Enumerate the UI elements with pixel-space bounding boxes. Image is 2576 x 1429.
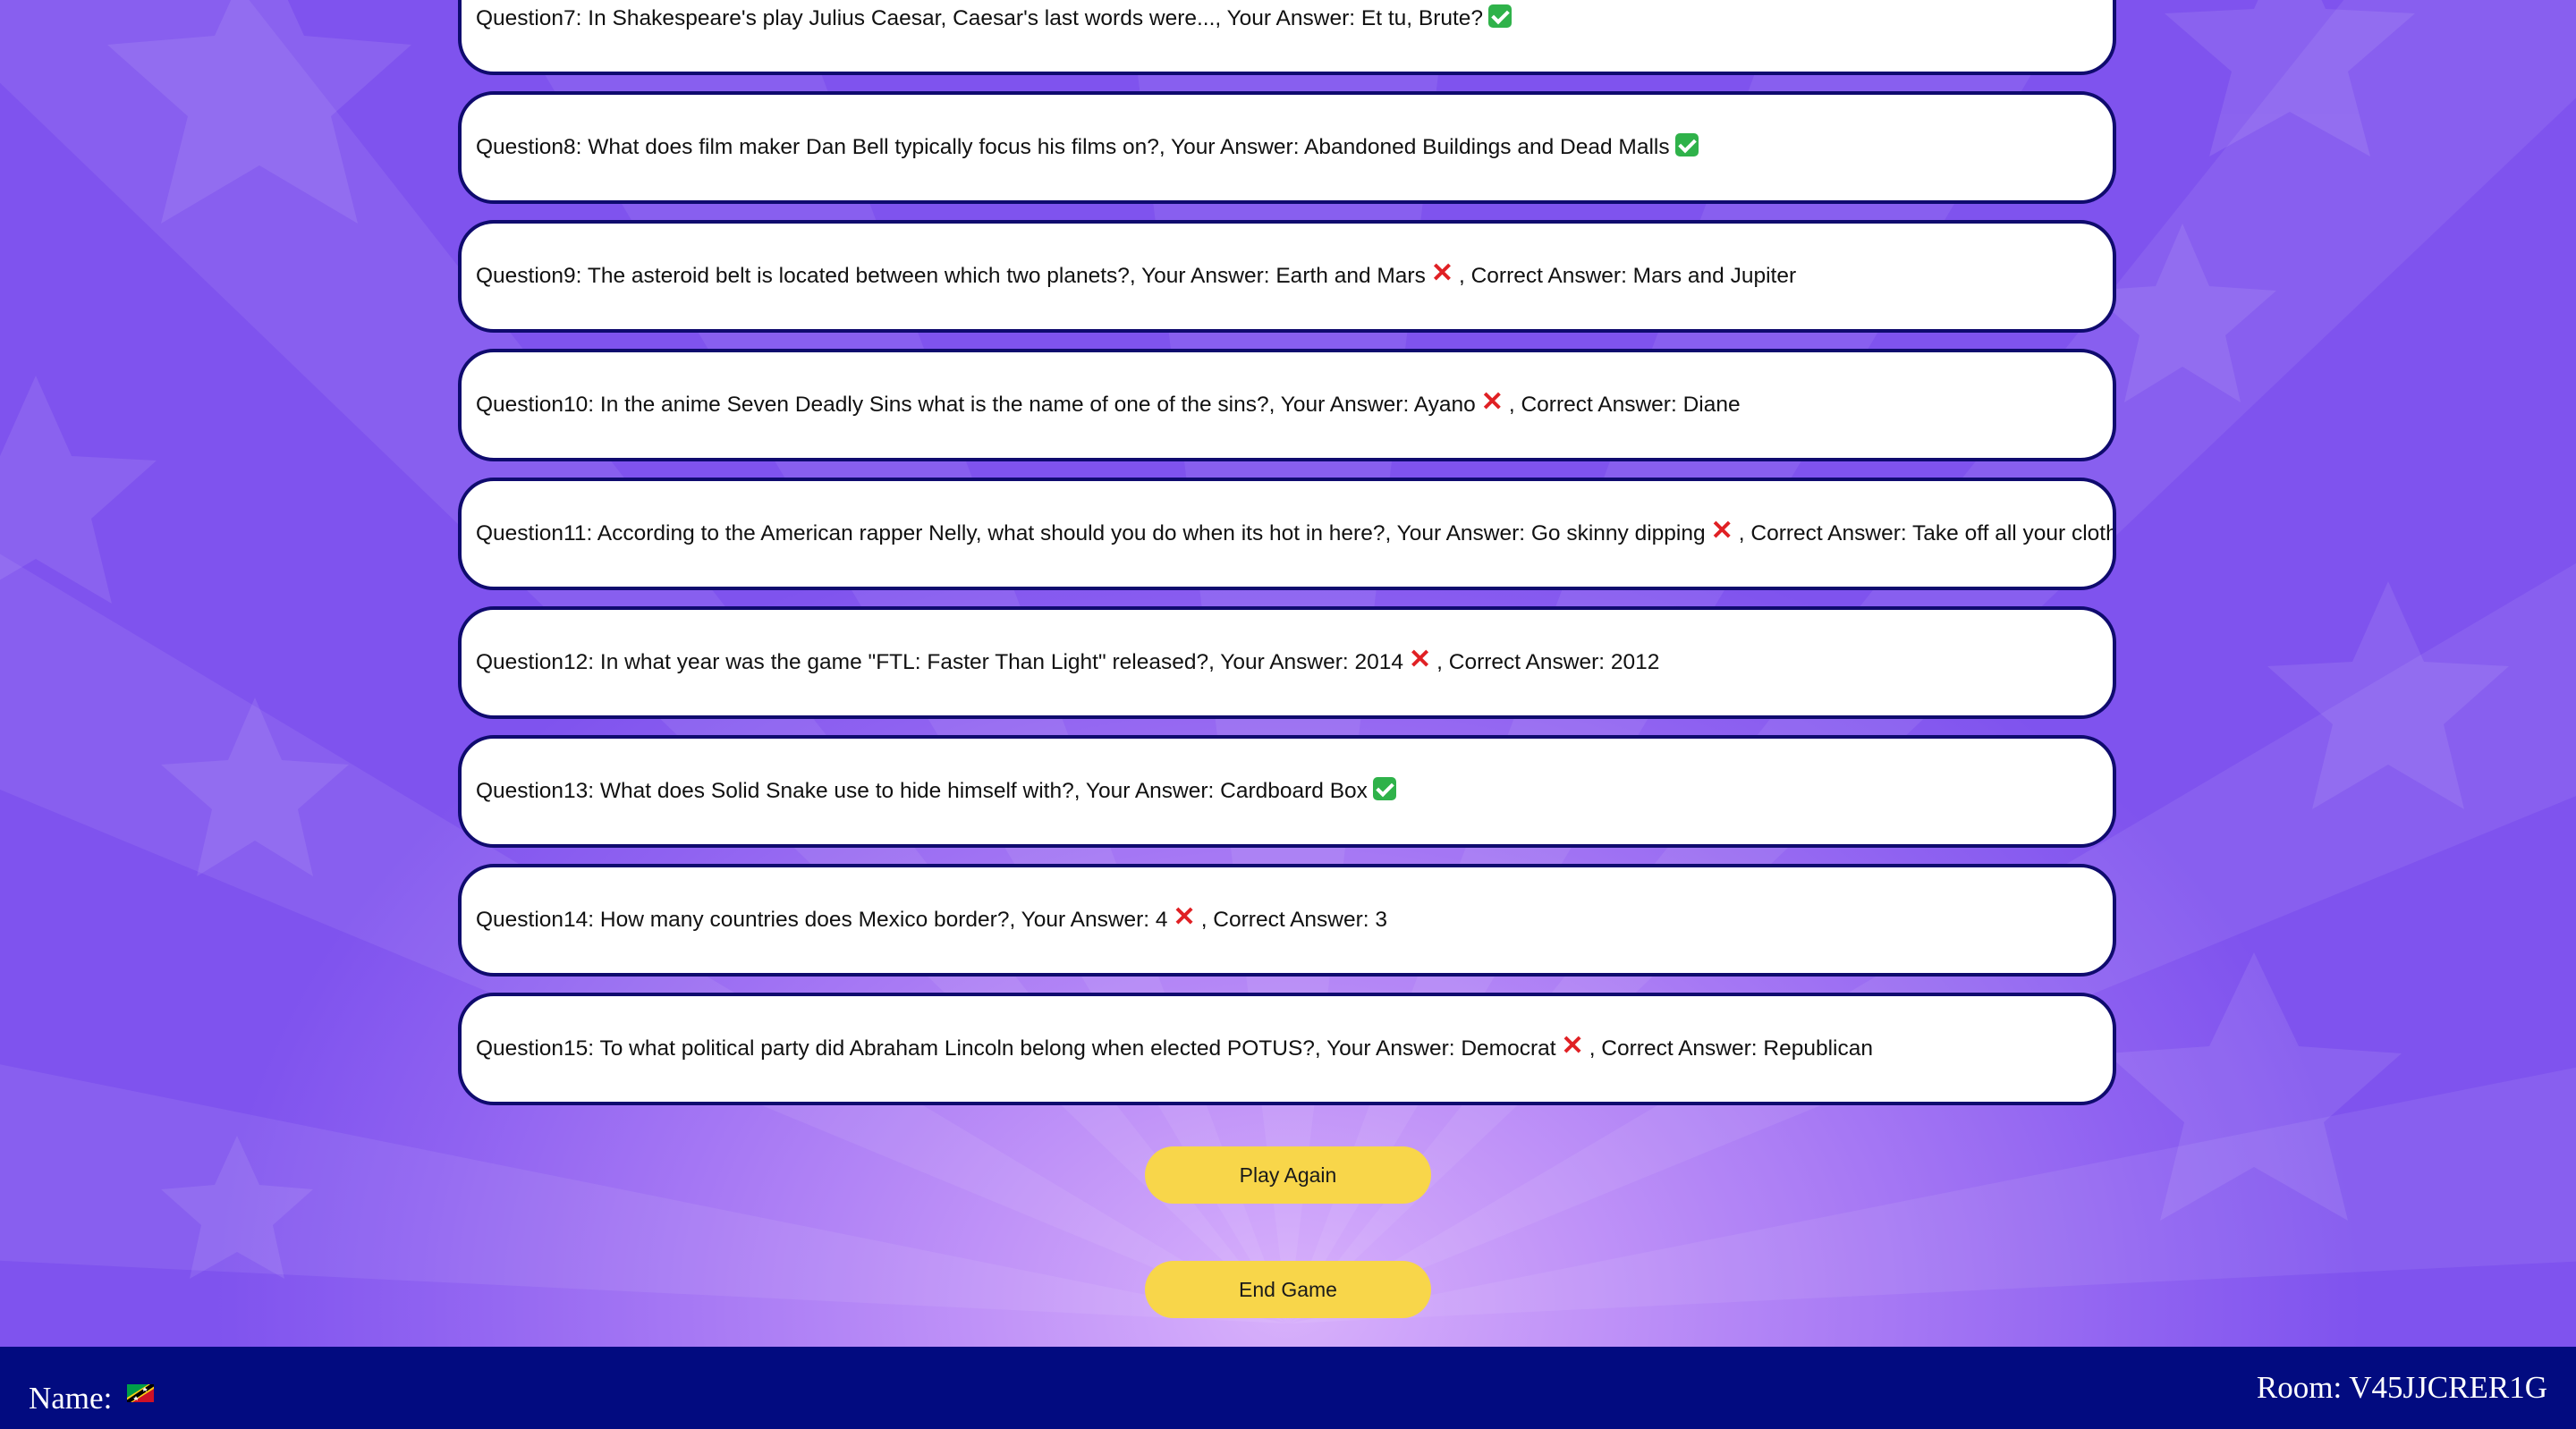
result-card: Question11: According to the American ra…: [458, 478, 2116, 590]
check-mark-icon: [1674, 133, 1699, 156]
check-mark-icon: [1372, 777, 1396, 800]
result-card: Question7: In Shakespeare's play Julius …: [458, 0, 2116, 75]
correct-answer-text: , Correct Answer: 2012: [1436, 650, 1660, 674]
play-again-button[interactable]: Play Again: [1145, 1146, 1431, 1204]
cross-mark-icon: ✕: [1480, 387, 1504, 417]
correct-answer-text: , Correct Answer: Republican: [1589, 1036, 1873, 1061]
check-mark-icon: [1488, 4, 1513, 28]
question-answer-text: Question9: The asteroid belt is located …: [476, 264, 1426, 288]
question-answer-text: Question15: To what political party did …: [476, 1036, 1556, 1061]
footer-bar: Name: Room: V45JJCRER1G: [0, 1347, 2576, 1429]
room-code: Room: V45JJCRER1G: [2256, 1370, 2547, 1405]
result-card: Question12: In what year was the game "F…: [458, 606, 2116, 719]
end-game-button[interactable]: End Game: [1145, 1261, 1431, 1318]
saint-kitts-and-nevis-flag-icon: [127, 1374, 155, 1410]
question-answer-text: Question11: According to the American ra…: [476, 521, 1706, 545]
question-answer-text: Question8: What does film maker Dan Bell…: [476, 135, 1670, 159]
correct-answer-text: , Correct Answer: 3: [1200, 908, 1388, 932]
question-answer-text: Question13: What does Solid Snake use to…: [476, 779, 1368, 803]
result-card: Question8: What does film maker Dan Bell…: [458, 91, 2116, 204]
cross-mark-icon: ✕: [1430, 258, 1453, 288]
correct-answer-text: , Correct Answer: Diane: [1508, 393, 1741, 417]
results-list: Question7: In Shakespeare's play Julius …: [458, 0, 2116, 1121]
cross-mark-icon: ✕: [1173, 902, 1196, 932]
name-label: Name:: [29, 1381, 113, 1416]
cross-mark-icon: ✕: [1561, 1031, 1584, 1061]
result-card: Question13: What does Solid Snake use to…: [458, 735, 2116, 848]
cross-mark-icon: ✕: [1409, 645, 1432, 674]
correct-answer-text: , Correct Answer: Mars and Jupiter: [1458, 264, 1797, 288]
cross-mark-icon: ✕: [1710, 516, 1733, 545]
question-answer-text: Question10: In the anime Seven Deadly Si…: [476, 393, 1476, 417]
result-card: Question15: To what political party did …: [458, 993, 2116, 1105]
player-name: Name:: [29, 1381, 155, 1419]
question-answer-text: Question7: In Shakespeare's play Julius …: [476, 6, 1484, 30]
question-answer-text: Question14: How many countries does Mexi…: [476, 908, 1168, 932]
result-card: Question9: The asteroid belt is located …: [458, 220, 2116, 333]
result-card: Question10: In the anime Seven Deadly Si…: [458, 349, 2116, 461]
question-answer-text: Question12: In what year was the game "F…: [476, 650, 1404, 674]
result-card: Question14: How many countries does Mexi…: [458, 864, 2116, 977]
correct-answer-text: , Correct Answer: Take off all your clot…: [1738, 521, 2116, 545]
